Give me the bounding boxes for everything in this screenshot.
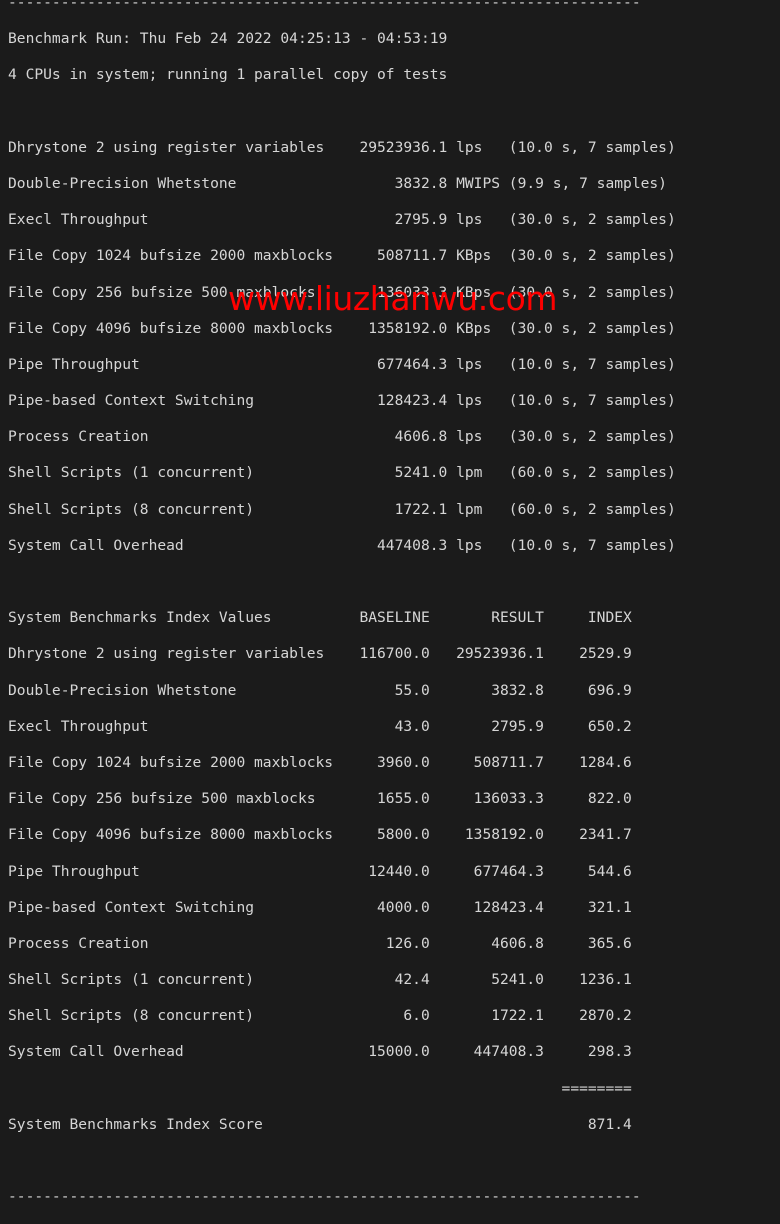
terminal-line: System Benchmarks Index Score 871.4 — [8, 1115, 632, 1133]
terminal-line: Execl Throughput 2795.9 lps (30.0 s, 2 s… — [8, 211, 676, 229]
terminal-window[interactable]: ----------------------------------------… — [0, 0, 780, 1205]
terminal-line: System Benchmarks Index Values BASELINE … — [8, 609, 632, 627]
terminal-line: Dhrystone 2 using register variables 116… — [8, 645, 632, 663]
terminal-line: Process Creation 4606.8 lps (30.0 s, 2 s… — [8, 428, 676, 446]
terminal-line: Shell Scripts (1 concurrent) 5241.0 lpm … — [8, 464, 676, 482]
terminal-line: Shell Scripts (1 concurrent) 42.4 5241.0… — [8, 971, 632, 989]
terminal-line: File Copy 256 bufsize 500 maxblocks 1655… — [8, 790, 632, 808]
terminal-line: System Call Overhead 15000.0 447408.3 29… — [8, 1043, 632, 1061]
terminal-line: ----------------------------------------… — [8, 1188, 641, 1206]
terminal-line: System Call Overhead 447408.3 lps (10.0 … — [8, 536, 676, 554]
terminal-line: Dhrystone 2 using register variables 295… — [8, 138, 676, 156]
terminal-line: File Copy 1024 bufsize 2000 maxblocks 39… — [8, 753, 632, 771]
terminal-line: ======== — [8, 1079, 632, 1097]
terminal-line: Benchmark Run: Thu Feb 24 2022 04:25:13 … — [8, 30, 448, 48]
terminal-line: File Copy 4096 bufsize 8000 maxblocks 58… — [8, 826, 632, 844]
terminal-line: ----------------------------------------… — [8, 0, 641, 11]
terminal-line: Process Creation 126.0 4606.8 365.6 — [8, 934, 632, 952]
terminal-line: Pipe-based Context Switching 128423.4 lp… — [8, 392, 676, 410]
terminal-line: Pipe Throughput 12440.0 677464.3 544.6 — [8, 862, 632, 880]
terminal-line: Pipe-based Context Switching 4000.0 1284… — [8, 898, 632, 916]
terminal-line: File Copy 256 bufsize 500 maxblocks 1360… — [8, 283, 676, 301]
terminal-line: File Copy 4096 bufsize 8000 maxblocks 13… — [8, 319, 676, 337]
terminal-output: ----------------------------------------… — [8, 0, 676, 1224]
terminal-line: Double-Precision Whetstone 55.0 3832.8 6… — [8, 681, 632, 699]
terminal-line: Shell Scripts (8 concurrent) 6.0 1722.1 … — [8, 1007, 632, 1025]
terminal-line: Execl Throughput 43.0 2795.9 650.2 — [8, 717, 632, 735]
terminal-line: File Copy 1024 bufsize 2000 maxblocks 50… — [8, 247, 676, 265]
terminal-line: Pipe Throughput 677464.3 lps (10.0 s, 7 … — [8, 355, 676, 373]
terminal-line: 4 CPUs in system; running 1 parallel cop… — [8, 66, 448, 84]
terminal-line: Double-Precision Whetstone 3832.8 MWIPS … — [8, 174, 667, 192]
terminal-line: Shell Scripts (8 concurrent) 1722.1 lpm … — [8, 500, 676, 518]
